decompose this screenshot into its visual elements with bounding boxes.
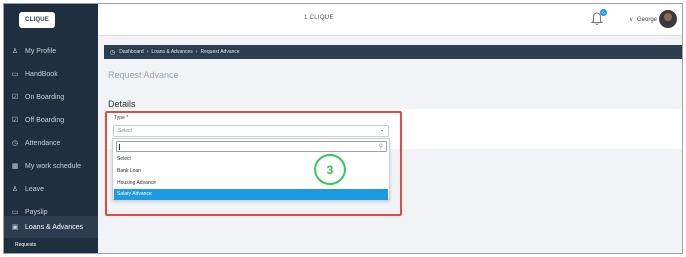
sidebar-item-my-profile[interactable]: ♙ My Profile	[4, 40, 98, 62]
avatar[interactable]	[659, 10, 677, 28]
calendar-icon: ▦	[11, 163, 19, 170]
clock-icon: ◷	[11, 140, 19, 147]
notification-badge: 0	[600, 9, 607, 16]
sidebar: ♙ My Profile ▭ HandBook ☑ On Boarding ☑ …	[4, 36, 98, 253]
sidebar-subitem-label: Requests	[15, 242, 37, 248]
breadcrumb-home[interactable]: Dashboard	[119, 49, 143, 55]
step-number-badge: 3	[314, 154, 346, 185]
sidebar-item-on-boarding[interactable]: ☑ On Boarding	[4, 86, 98, 108]
annotation-highlight-box	[105, 111, 402, 216]
document-icon: ▭	[11, 71, 19, 78]
sidebar-item-label: HandBook	[25, 70, 58, 78]
sidebar-item-label: Leave	[25, 185, 45, 193]
folder-icon: ▭	[11, 209, 19, 216]
top-bar: CLIQUE 1 CLIQUE 0 ∨ George	[4, 4, 682, 36]
app-title: 1 CLIQUE	[304, 15, 334, 21]
user-icon: ♙	[11, 48, 19, 55]
card-icon: ▣	[11, 224, 19, 231]
home-icon[interactable]: ◷	[110, 49, 115, 56]
breadcrumb-current: Request Advance	[200, 49, 240, 55]
breadcrumb: ◷ Dashboard › Loans & Advances › Request…	[104, 45, 682, 59]
sidebar-item-attendance[interactable]: ◷ Attendance	[4, 132, 98, 154]
sidebar-item-label: Attendance	[25, 139, 61, 147]
sidebar-item-loans-advances[interactable]: ▣ Loans & Advances	[4, 216, 98, 238]
sidebar-item-label: Loans & Advances	[25, 223, 83, 231]
sidebar-item-label: My Profile	[25, 47, 57, 55]
sidebar-item-label: Off Boarding	[25, 116, 65, 124]
sidebar-item-label: Payslip	[25, 208, 48, 216]
checkbox-icon: ☑	[11, 117, 19, 124]
sidebar-item-leave[interactable]: ♙ Leave	[4, 178, 98, 200]
section-title: Details	[108, 99, 136, 109]
logo-text: CLIQUE	[25, 17, 49, 23]
sidebar-item-my-work-schedule[interactable]: ▦ My work schedule	[4, 155, 98, 177]
breadcrumb-loans[interactable]: Loans & Advances	[151, 49, 192, 55]
person-icon: ♙	[11, 186, 19, 193]
app-logo[interactable]: CLIQUE	[19, 12, 55, 28]
page-title: Request Advance	[108, 70, 179, 80]
breadcrumb-separator-icon: ›	[146, 49, 149, 55]
sidebar-subitem-requests[interactable]: Requests	[4, 238, 98, 252]
sidebar-item-off-boarding[interactable]: ☑ Off Boarding	[4, 109, 98, 131]
app-window: CLIQUE 1 CLIQUE 0 ∨ George ♙ My Profile …	[3, 3, 683, 254]
sidebar-item-label: On Boarding	[25, 93, 65, 101]
user-name[interactable]: George	[637, 17, 657, 23]
sidebar-item-label: My work schedule	[25, 162, 82, 170]
chevron-down-icon[interactable]: ∨	[629, 16, 633, 23]
sidebar-item-handbook[interactable]: ▭ HandBook	[4, 63, 98, 85]
logo-area: CLIQUE	[4, 4, 98, 36]
breadcrumb-separator-icon: ›	[195, 49, 198, 55]
checkbox-icon: ☑	[11, 94, 19, 101]
